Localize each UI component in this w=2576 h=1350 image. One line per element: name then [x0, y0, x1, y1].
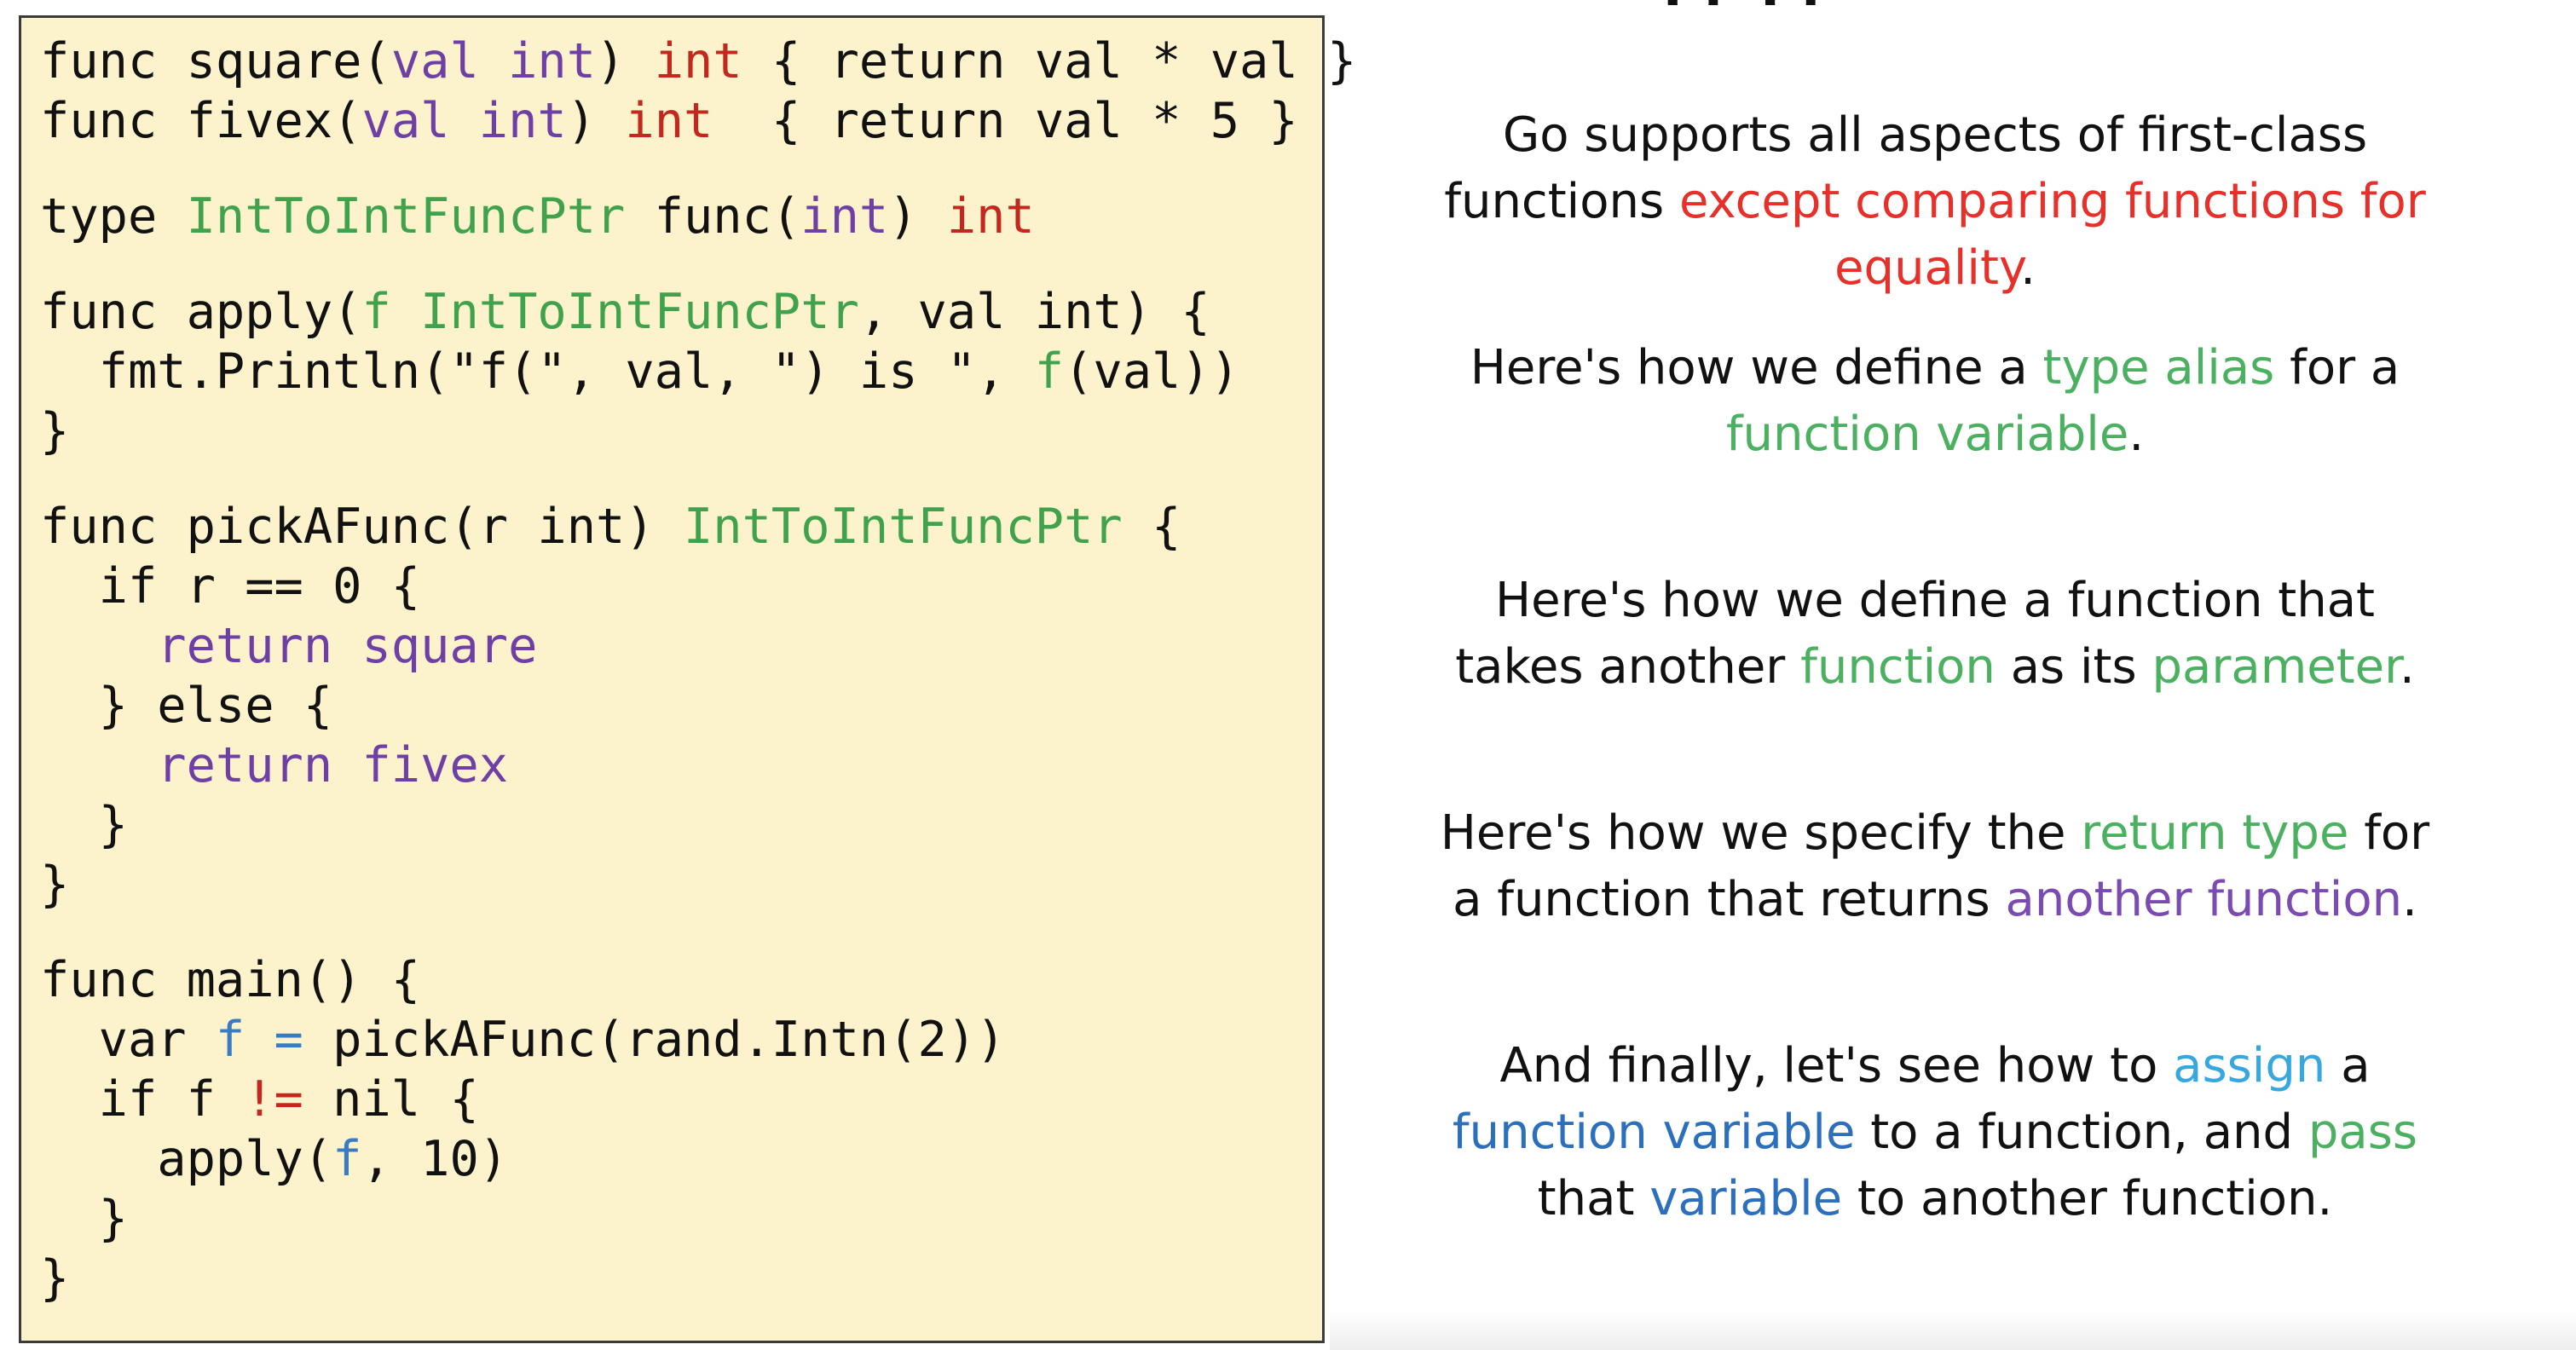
- code-panel: func square(val int) int { return val * …: [19, 15, 1356, 1343]
- code-line-apply-call: apply(f, 10): [40, 1131, 509, 1187]
- note-return-type: Here's how we specify the return type fo…: [1440, 805, 2430, 927]
- code-spacer: [40, 246, 1356, 282]
- code-spacer: [40, 914, 1356, 950]
- code-line-if: if r == 0 {: [40, 558, 421, 614]
- code-line-main-signature: func main() {: [40, 952, 421, 1008]
- code-line-type-alias: type IntToIntFuncPtr func(int) int: [40, 188, 1035, 245]
- code-line-if-nil-close: }: [40, 1191, 128, 1247]
- code-line-apply-signature: func apply(f IntToIntFuncPtr, val int) {: [40, 284, 1210, 340]
- code-line-else: } else {: [40, 678, 333, 734]
- note-function-parameter: Here's how we define a function that tak…: [1455, 573, 2415, 695]
- code-line-if-nil: if f != nil {: [40, 1071, 479, 1128]
- code-line-return-square: return square: [40, 618, 538, 674]
- note-type-alias: Here's how we define a type alias for a …: [1470, 340, 2400, 462]
- code-line-apply-body: fmt.Println("f(", val, ") is ", f(val)): [40, 343, 1240, 400]
- go-code-block: func square(val int) int { return val * …: [40, 32, 1356, 1308]
- code-line-pick-close: }: [40, 857, 70, 913]
- code-spacer: [40, 461, 1356, 497]
- slide-bottom-shadow: [1330, 1311, 2576, 1350]
- code-line-var-f: var f = pickAFunc(rand.Intn(2)): [40, 1012, 1006, 1068]
- code-line-pick-signature: func pickAFunc(r int) IntToIntFuncPtr {: [40, 499, 1181, 555]
- code-line-square: func square(val int) int { return val * …: [40, 33, 1357, 89]
- note-assign-and-pass: And finally, let's see how to assign a f…: [1452, 1038, 2418, 1226]
- note-first-class-functions: Go supports all aspects of first-class f…: [1444, 107, 2426, 296]
- code-line-fivex: func fivex(val int) int { return val * 5…: [40, 93, 1298, 149]
- code-line-return-fivex: return fivex: [40, 737, 509, 793]
- code-spacer: [40, 151, 1356, 187]
- code-line-apply-close: }: [40, 403, 70, 459]
- code-line-main-close: }: [40, 1250, 70, 1307]
- explanation-notes: Go supports all aspects of first-class f…: [1364, 0, 2506, 1350]
- code-line-if-close: }: [40, 797, 128, 853]
